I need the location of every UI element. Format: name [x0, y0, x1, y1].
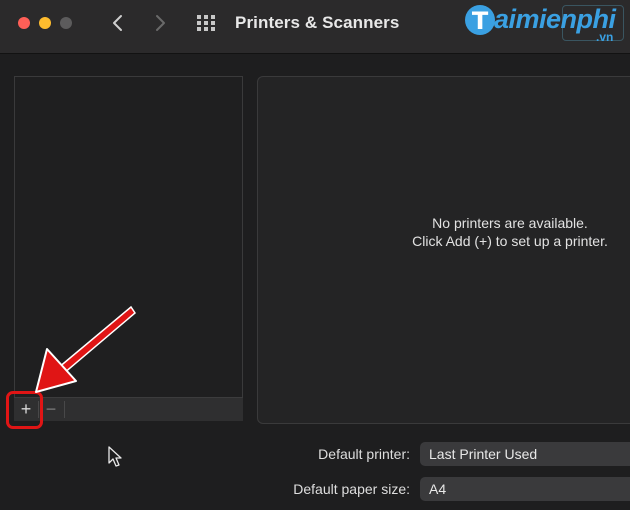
printer-detail-panel — [257, 76, 630, 424]
paper-size-label: Default paper size: — [293, 481, 410, 497]
empty-message-line2: Click Add (+) to set up a printer. — [412, 233, 608, 249]
empty-message-line1: No printers are available. — [432, 215, 588, 231]
empty-state-message: No printers are available. Click Add (+)… — [370, 214, 630, 250]
default-printer-label: Default printer: — [318, 446, 410, 462]
paper-size-popup[interactable]: A4 — [420, 477, 630, 501]
default-printer-popup[interactable]: Last Printer Used — [420, 442, 630, 466]
mouse-pointer-icon — [108, 446, 122, 467]
